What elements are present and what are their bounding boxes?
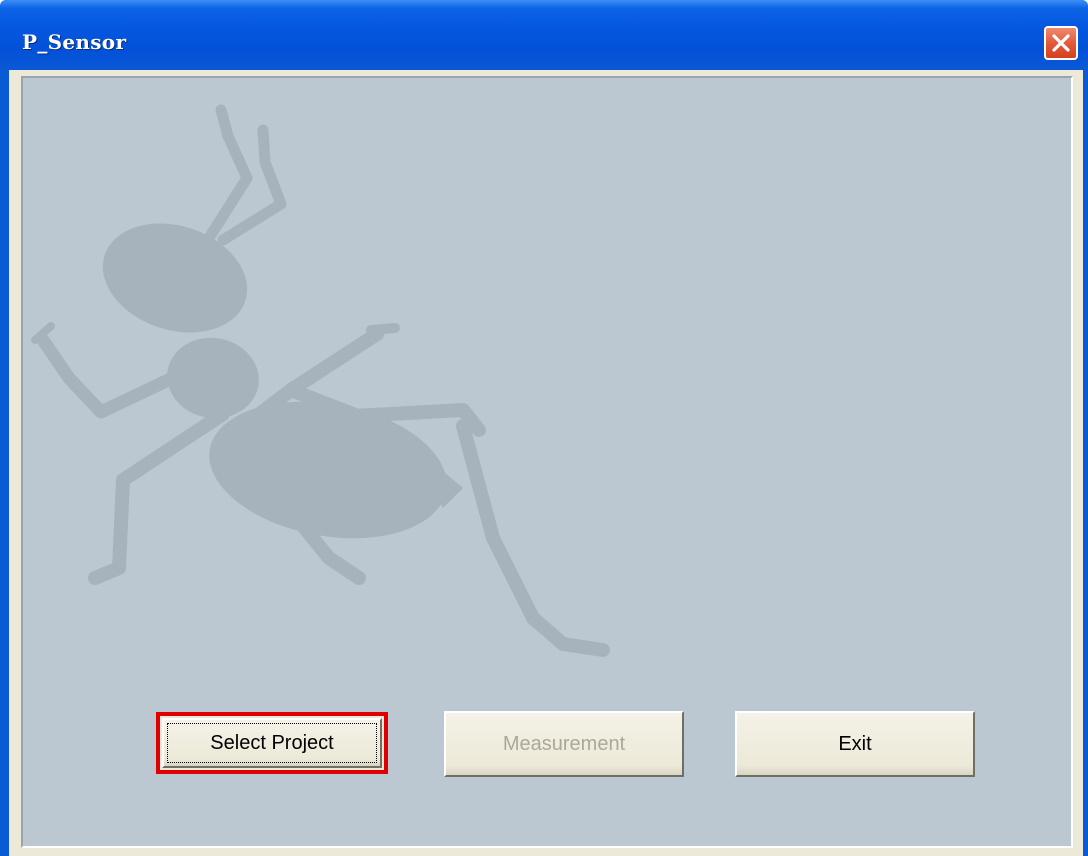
exit-button[interactable]: Exit [735,711,975,777]
measurement-label: Measurement [502,732,626,755]
close-button[interactable] [1044,26,1078,60]
select-project-button[interactable]: Select Project [156,712,388,774]
exit-label: Exit [838,732,872,755]
app-window: P_Sensor Select Project Measurement Exit [0,0,1088,856]
title-bar[interactable]: P_Sensor [0,0,1088,72]
ant-icon [31,104,610,657]
window-title: P_Sensor [22,30,127,54]
focus-indicator [167,723,377,763]
window-client-area: Select Project Measurement Exit [9,70,1083,856]
close-icon [1052,34,1070,52]
measurement-button[interactable]: Measurement [444,711,684,777]
main-panel: Select Project Measurement Exit [21,76,1073,848]
select-project-button-face[interactable]: Select Project [162,718,382,768]
